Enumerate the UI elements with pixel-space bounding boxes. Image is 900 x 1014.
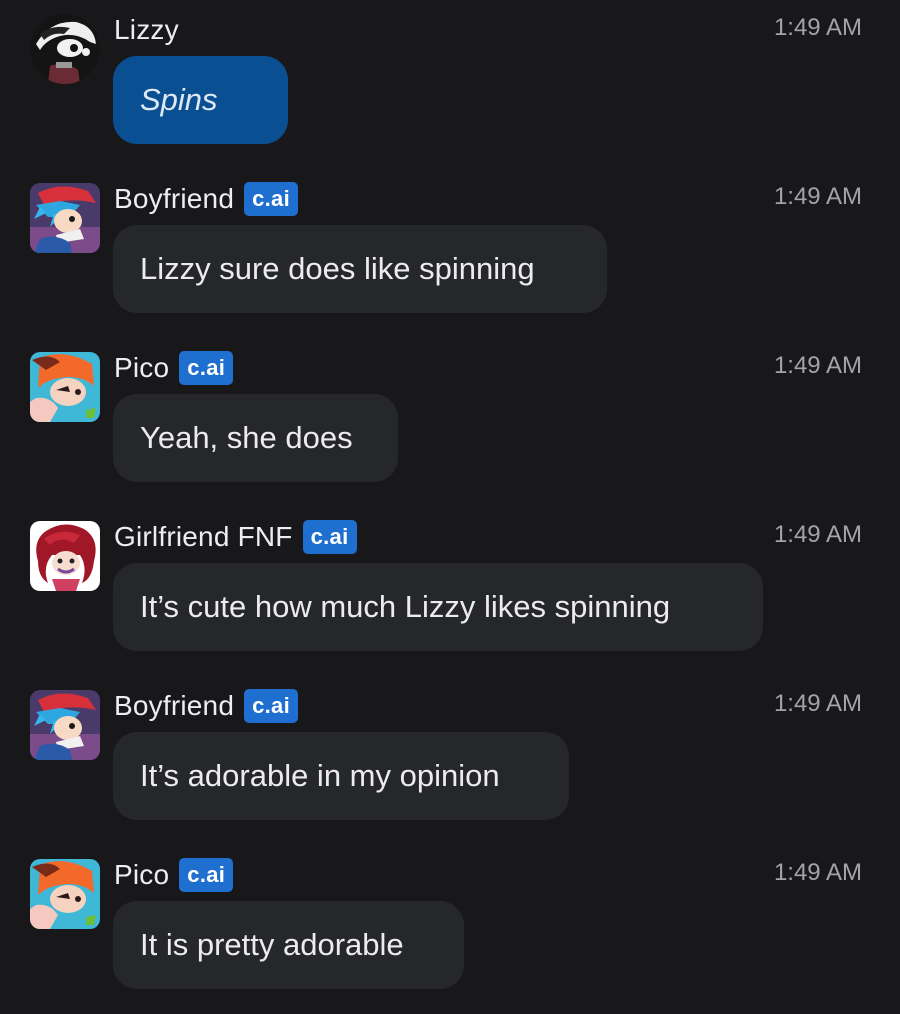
boyfriend-avatar-icon[interactable] (30, 690, 100, 760)
author-name[interactable]: Boyfriend (114, 183, 234, 215)
message-item: Pico c.ai 1:49 AM It is pretty adorable (0, 845, 900, 1014)
cai-badge: c.ai (302, 520, 357, 554)
message-bubble: Yeah, she does (113, 394, 398, 482)
cai-badge: c.ai (244, 182, 298, 216)
timestamp: 1:49 AM (773, 14, 862, 41)
cai-badge: c.ai (179, 858, 234, 892)
girlfriend-avatar-icon[interactable] (30, 521, 100, 591)
message-item: Girlfriend FNF c.ai 1:49 AM It’s cute ho… (0, 507, 900, 676)
message-bubble: It’s cute how much Lizzy likes spinning (113, 563, 763, 651)
author-name[interactable]: Boyfriend (114, 690, 234, 722)
message-bubble: Lizzy sure does like spinning (113, 225, 607, 313)
message-bubble: It is pretty adorable (113, 901, 464, 989)
timestamp: 1:49 AM (773, 859, 862, 886)
message-item: Boyfriend c.ai 1:49 AM It’s adorable in … (0, 676, 900, 845)
boyfriend-avatar-icon[interactable] (30, 183, 100, 253)
message-item: Pico c.ai 1:49 AM Yeah, she does (0, 338, 900, 507)
timestamp: 1:49 AM (773, 183, 862, 210)
author-name[interactable]: Girlfriend FNF (114, 521, 293, 553)
pico-avatar-icon[interactable] (30, 352, 100, 422)
author-name[interactable]: Pico (114, 859, 169, 891)
author-name[interactable]: Lizzy (114, 14, 179, 46)
pico-avatar-icon[interactable] (30, 859, 100, 929)
lizzy-avatar-icon[interactable] (30, 14, 100, 84)
timestamp: 1:49 AM (773, 690, 862, 717)
author-name[interactable]: Pico (114, 352, 169, 384)
message-item: Lizzy 1:49 AM Spins (0, 0, 900, 169)
message-item: Boyfriend c.ai 1:49 AM Lizzy sure does l… (0, 169, 900, 338)
message-bubble: Spins (113, 56, 288, 144)
cai-badge: c.ai (179, 351, 234, 385)
chat-log: Lizzy 1:49 AM Spins Boyfriend c.ai 1:49 … (0, 0, 900, 1004)
timestamp: 1:49 AM (773, 352, 862, 379)
cai-badge: c.ai (244, 689, 298, 723)
message-bubble: It’s adorable in my opinion (113, 732, 569, 820)
timestamp: 1:49 AM (773, 521, 862, 548)
